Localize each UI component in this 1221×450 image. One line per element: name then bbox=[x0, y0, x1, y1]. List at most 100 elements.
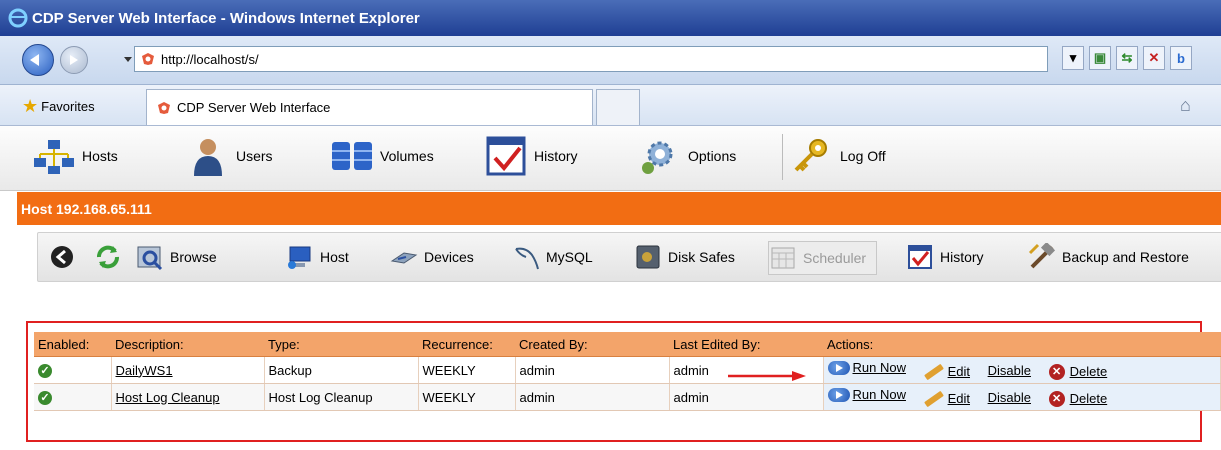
back-button[interactable] bbox=[22, 44, 54, 76]
host-tab-scheduler[interactable]: Scheduler bbox=[768, 241, 878, 275]
browser-tab[interactable]: CDP Server Web Interface bbox=[146, 89, 593, 125]
compatibility-view-icon[interactable]: ▣ bbox=[1089, 46, 1111, 70]
window-title: CDP Server Web Interface - Windows Inter… bbox=[32, 9, 420, 27]
host-tab-history[interactable]: History bbox=[906, 241, 984, 273]
options-icon bbox=[642, 141, 673, 174]
actions-cell: Run Now Edit Disable ✕ Delete bbox=[823, 356, 1221, 384]
toolbar-hosts-label: Hosts bbox=[82, 148, 118, 164]
toolbar-volumes[interactable]: Volumes bbox=[330, 134, 434, 178]
host-tab-disk-safes[interactable]: Disk Safes bbox=[634, 241, 735, 273]
recent-pages-dropdown-icon[interactable] bbox=[124, 57, 132, 62]
host-tab-devices[interactable]: Devices bbox=[390, 241, 474, 273]
delete-button[interactable]: ✕ Delete bbox=[1048, 363, 1107, 380]
favorites-label: Favorites bbox=[41, 99, 95, 114]
address-url: http://localhost/s/ bbox=[161, 51, 259, 67]
back-circle-icon bbox=[51, 246, 73, 268]
edit-label: Edit bbox=[947, 391, 970, 407]
pencil-icon bbox=[923, 390, 944, 407]
toolbar-volumes-label: Volumes bbox=[380, 148, 434, 164]
toolbar-history-label: History bbox=[534, 148, 578, 164]
users-icon bbox=[194, 139, 222, 176]
disable-button[interactable]: Disable bbox=[988, 363, 1031, 378]
edit-button[interactable]: Edit bbox=[923, 390, 970, 407]
description-link[interactable]: DailyWS1 bbox=[116, 363, 173, 378]
host-tab-backup-restore[interactable]: Backup and Restore bbox=[1028, 241, 1189, 273]
refresh-button[interactable] bbox=[94, 241, 128, 273]
toolbar-hosts[interactable]: Hosts bbox=[32, 134, 118, 178]
browse-icon bbox=[137, 246, 163, 271]
toolbar-separator bbox=[782, 134, 783, 180]
disable-button[interactable]: Disable bbox=[988, 390, 1031, 405]
actions-cell: Run Now Edit Disable ✕ Delete bbox=[823, 383, 1221, 411]
last-edited-by-cell: admin bbox=[669, 383, 824, 411]
search-provider-icon[interactable]: b bbox=[1170, 46, 1192, 70]
description-link[interactable]: Host Log Cleanup bbox=[116, 390, 220, 405]
site-favicon-icon bbox=[142, 53, 154, 65]
stop-icon[interactable]: ✕ bbox=[1143, 46, 1165, 70]
scheduler-icon bbox=[771, 247, 795, 269]
forward-button[interactable] bbox=[60, 46, 88, 74]
mysql-dolphin-icon bbox=[515, 247, 539, 270]
back-nav-button[interactable] bbox=[48, 241, 82, 273]
enabled-cell: ✓ bbox=[34, 356, 112, 384]
toolbar-logoff[interactable]: Log Off bbox=[790, 134, 886, 178]
run-now-button[interactable]: Run Now bbox=[827, 360, 906, 375]
backup-restore-icon bbox=[1028, 243, 1056, 269]
table-header-row: Enabled: Description: Type: Recurrence: … bbox=[34, 332, 1221, 357]
host-toolbar: Browse Host Devices MySQL Disk Safes Sch… bbox=[37, 232, 1221, 282]
header-enabled: Enabled: bbox=[34, 332, 111, 357]
host-title: Host 192.168.65.111 bbox=[21, 200, 152, 217]
edit-button[interactable]: Edit bbox=[923, 363, 970, 380]
address-tools: ▾ ▣ ⇆ ✕ b bbox=[1062, 46, 1192, 70]
disable-label: Disable bbox=[987, 389, 1031, 405]
host-tab-browse[interactable]: Browse bbox=[136, 241, 217, 273]
description-cell: Host Log Cleanup bbox=[111, 383, 265, 411]
tab-favicon-icon bbox=[158, 101, 170, 114]
toolbar-users[interactable]: Users bbox=[186, 134, 273, 178]
run-now-icon bbox=[827, 360, 850, 375]
address-bar[interactable]: http://localhost/s/ bbox=[134, 46, 1048, 72]
address-dropdown-icon[interactable]: ▾ bbox=[1062, 46, 1084, 70]
history-label: History bbox=[940, 249, 984, 265]
address-toolbar: http://localhost/s/ ▾ ▣ ⇆ ✕ b bbox=[0, 36, 1221, 85]
header-created-by: Created By: bbox=[515, 332, 669, 357]
toolbar-options-label: Options bbox=[688, 148, 737, 164]
devices-icon bbox=[390, 252, 418, 264]
favorites-button[interactable]: ★ Favorites bbox=[22, 96, 95, 117]
disk-safes-label: Disk Safes bbox=[668, 249, 735, 265]
history-check-icon bbox=[908, 245, 932, 269]
run-now-label: Run Now bbox=[852, 387, 906, 403]
scheduler-label: Scheduler bbox=[803, 250, 867, 266]
toolbar-options[interactable]: Options bbox=[638, 134, 736, 178]
header-type: Type: bbox=[264, 332, 418, 357]
type-cell: Backup bbox=[264, 356, 419, 384]
toolbar-users-label: Users bbox=[236, 148, 273, 164]
ie-logo-icon bbox=[8, 8, 28, 28]
delete-label: Delete bbox=[1069, 391, 1108, 407]
refresh-arrows-icon bbox=[97, 245, 119, 269]
host-tab-host[interactable]: Host bbox=[286, 241, 349, 273]
toolbar-logoff-label: Log Off bbox=[840, 148, 886, 164]
forward-arrow-icon bbox=[70, 55, 78, 65]
table-row: ✓ Host Log Cleanup Host Log Cleanup WEEK… bbox=[34, 383, 1221, 411]
window-title-bar: CDP Server Web Interface - Windows Inter… bbox=[0, 0, 1221, 36]
new-tab-button[interactable] bbox=[596, 89, 640, 125]
favorites-bar: ★ Favorites CDP Server Web Interface ⌂ bbox=[0, 85, 1221, 126]
home-icon[interactable]: ⌂ bbox=[1180, 95, 1191, 116]
table-row: ✓ DailyWS1 Backup WEEKLY admin admin Run… bbox=[34, 356, 1221, 384]
recurrence-cell: WEEKLY bbox=[418, 356, 516, 384]
host-computer-icon bbox=[288, 246, 311, 269]
run-now-button[interactable]: Run Now bbox=[827, 387, 906, 403]
backup-restore-label: Backup and Restore bbox=[1062, 249, 1189, 265]
app-toolbar: Hosts Users Volumes History Options Log … bbox=[0, 126, 1221, 191]
pencil-icon bbox=[923, 363, 944, 380]
delete-button[interactable]: ✕ Delete bbox=[1048, 390, 1108, 407]
refresh-icon[interactable]: ⇆ bbox=[1116, 46, 1138, 70]
toolbar-history[interactable]: History bbox=[484, 134, 578, 178]
header-description: Description: bbox=[111, 332, 264, 357]
header-last-edited-by: Last Edited By: bbox=[669, 332, 823, 357]
red-pointer-arrow-icon bbox=[728, 371, 806, 381]
volumes-icon bbox=[332, 142, 372, 170]
created-by-cell: admin bbox=[515, 383, 670, 411]
host-tab-mysql[interactable]: MySQL bbox=[512, 241, 593, 273]
